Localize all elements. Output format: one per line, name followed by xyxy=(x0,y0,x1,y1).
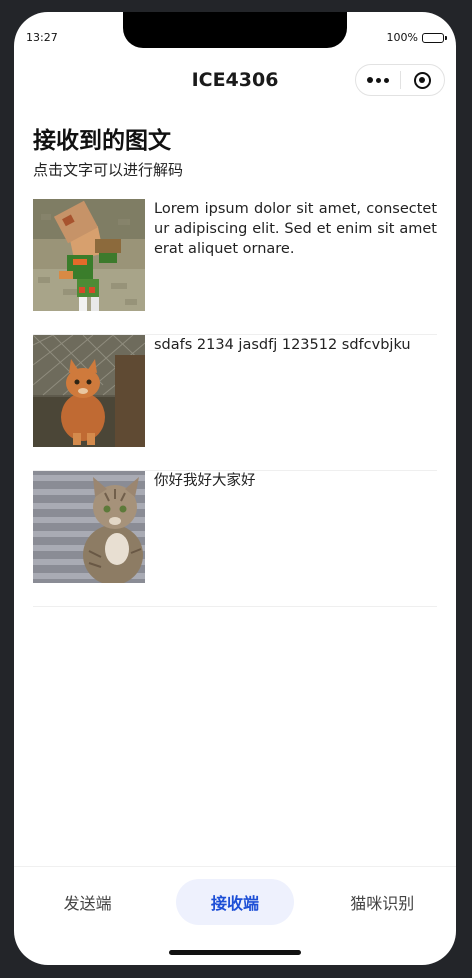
tab-cat-recognition[interactable]: 猫咪识别 xyxy=(323,879,441,925)
status-battery: 100% xyxy=(386,31,447,44)
list-item: 你好我好大家好 xyxy=(33,471,437,607)
page-title: 接收到的图文 xyxy=(33,128,171,154)
message-text[interactable]: sdafs 2134 jasdfj 123512 sdfcvbjku xyxy=(154,335,437,355)
battery-percent: 100% xyxy=(386,31,418,44)
orange-cat-image xyxy=(33,335,145,447)
minecraft-figure-image xyxy=(33,199,145,311)
tabby-cat-image xyxy=(33,471,145,583)
tab-receive[interactable]: 接收端 xyxy=(175,879,294,925)
page-subtitle: 点击文字可以进行解码 xyxy=(33,161,184,179)
message-text[interactable]: 你好我好大家好 xyxy=(154,471,437,491)
target-close-icon[interactable] xyxy=(401,65,444,95)
tab-bar: 发送端 接收端 猫咪识别 xyxy=(14,866,456,937)
mini-program-capsule xyxy=(355,64,445,96)
status-time: 13:27 xyxy=(26,31,58,44)
tab-send[interactable]: 发送端 xyxy=(29,879,147,925)
list-item: Lorem ipsum dolor sit amet, consectetur … xyxy=(33,199,437,335)
message-list: Lorem ipsum dolor sit amet, consectetur … xyxy=(33,199,437,607)
more-dots-icon[interactable] xyxy=(356,65,400,95)
phone-screen: 13:27 100% ICE4306 接收到的图文 点击文字可以进行解码 Lor… xyxy=(14,12,456,965)
home-indicator xyxy=(169,950,301,955)
message-text[interactable]: Lorem ipsum dolor sit amet, consectetur … xyxy=(154,199,437,259)
battery-icon xyxy=(422,32,447,43)
list-item: sdafs 2134 jasdfj 123512 sdfcvbjku xyxy=(33,335,437,471)
notch xyxy=(123,12,347,48)
